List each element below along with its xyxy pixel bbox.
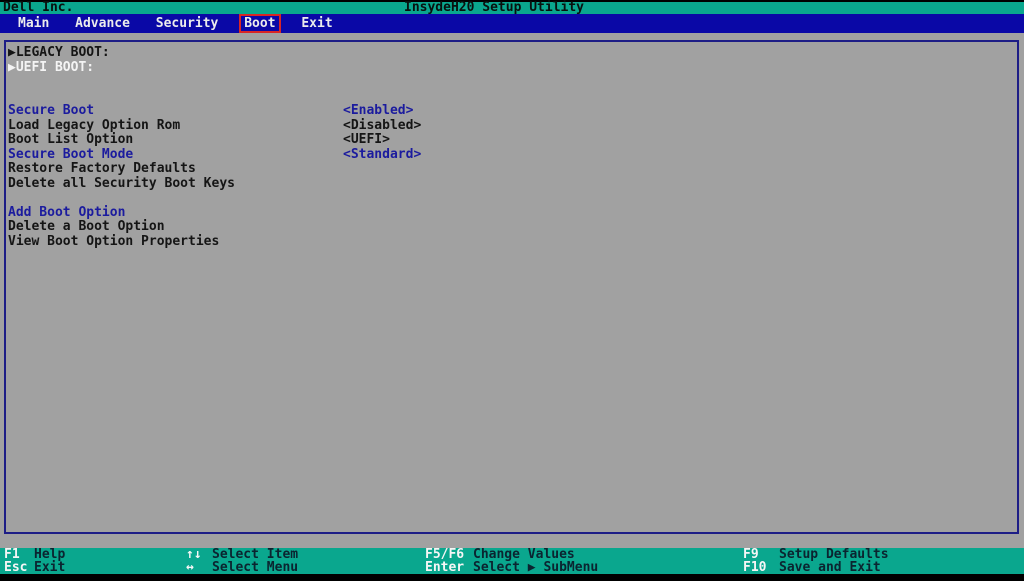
boot-settings-panel: ▶LEGACY BOOT: ▶UEFI BOOT: Secure Boot <En… <box>4 40 1019 534</box>
setting-row-load-legacy-option-rom[interactable]: Load Legacy Option Rom <Disabled> <box>6 119 1017 134</box>
action-label: View Boot Option Properties <box>8 234 219 249</box>
title-bar: Dell Inc. InsydeH20 Setup Utility <box>0 2 1024 14</box>
action-add-boot-option[interactable]: Add Boot Option <box>6 206 1017 221</box>
help-select-menu: ↔Select Menu <box>186 561 298 574</box>
setting-label: Restore Factory Defaults <box>8 161 196 176</box>
submenu-label: UEFI BOOT: <box>16 60 94 75</box>
action-label: Delete a Boot Option <box>8 219 165 234</box>
menu-tab-main[interactable]: Main <box>18 14 49 33</box>
help-esc: EscExit <box>4 561 65 574</box>
submenu-arrow-icon: ▶ <box>8 45 16 60</box>
setting-row-delete-all-security-boot-keys[interactable]: Delete all Security Boot Keys <box>6 177 1017 192</box>
setting-label: Secure Boot Mode <box>8 147 133 162</box>
setting-label: Boot List Option <box>8 132 133 147</box>
action-delete-a-boot-option[interactable]: Delete a Boot Option <box>6 220 1017 235</box>
menu-tab-advance[interactable]: Advance <box>75 14 130 33</box>
help-select-submenu: EnterSelect ▶ SubMenu <box>425 561 598 574</box>
bottom-screen-edge <box>0 574 1024 581</box>
submenu-arrow-icon: ▶ <box>8 60 16 75</box>
setting-value: <Enabled> <box>343 104 413 119</box>
menu-tab-boot-selected[interactable]: Boot <box>239 14 280 33</box>
menu-bar: Main Advance Security Boot Exit <box>0 14 1024 33</box>
submenu-label: LEGACY BOOT: <box>16 45 110 60</box>
setting-label: Secure Boot <box>8 103 94 118</box>
utility-title: InsydeH20 Setup Utility <box>404 2 584 14</box>
bios-setup-screen: Dell Inc. InsydeH20 Setup Utility Main A… <box>0 0 1024 581</box>
setting-row-boot-list-option[interactable]: Boot List Option <UEFI> <box>6 133 1017 148</box>
left-right-arrows-icon: ↔ <box>186 561 212 574</box>
menu-tab-exit[interactable]: Exit <box>301 14 332 33</box>
submenu-link-legacy-boot[interactable]: ▶LEGACY BOOT: <box>6 46 1017 61</box>
submenu-link-uefi-boot[interactable]: ▶UEFI BOOT: <box>6 61 1017 76</box>
key-esc: Esc <box>4 561 34 574</box>
vendor-name: Dell Inc. <box>3 2 73 14</box>
help-save-and-exit: F10Save and Exit <box>743 561 881 574</box>
setting-value: <Standard> <box>343 148 421 163</box>
setting-value: <UEFI> <box>343 133 390 148</box>
action-label: Add Boot Option <box>8 205 125 220</box>
setting-row-secure-boot-mode[interactable]: Secure Boot Mode <Standard> <box>6 148 1017 163</box>
help-key-bar: F1Help EscExit ↑↓Select Item ↔Select Men… <box>0 548 1024 574</box>
action-view-boot-option-properties[interactable]: View Boot Option Properties <box>6 235 1017 250</box>
setting-label: Load Legacy Option Rom <box>8 118 180 133</box>
setting-row-restore-factory-defaults[interactable]: Restore Factory Defaults <box>6 162 1017 177</box>
setting-row-secure-boot[interactable]: Secure Boot <Enabled> <box>6 104 1017 119</box>
setting-value: <Disabled> <box>343 119 421 134</box>
key-f10: F10 <box>743 561 779 574</box>
key-enter: Enter <box>425 561 473 574</box>
setting-label: Delete all Security Boot Keys <box>8 176 235 191</box>
menu-tab-security[interactable]: Security <box>156 14 219 33</box>
